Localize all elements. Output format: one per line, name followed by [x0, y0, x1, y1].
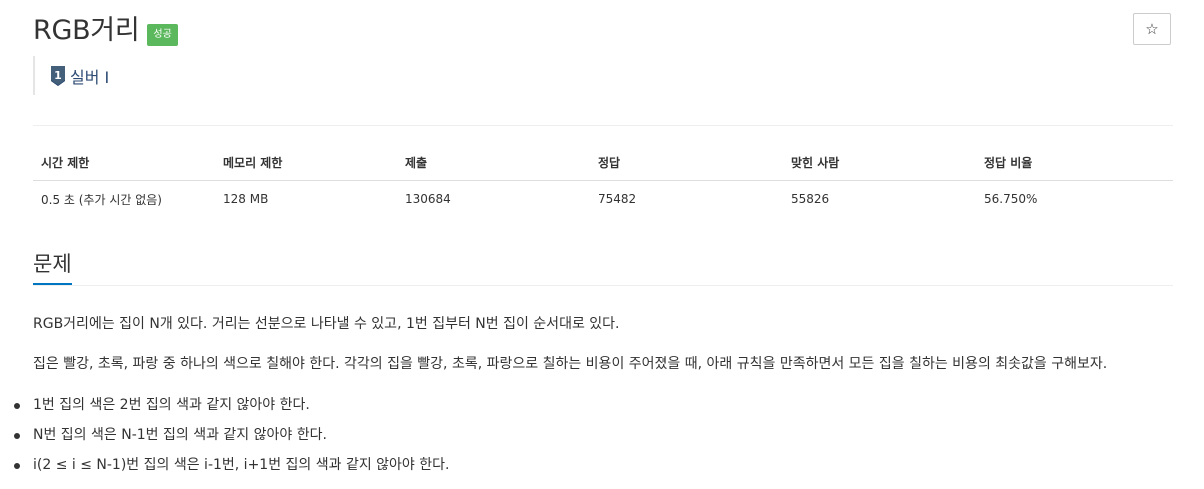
silver-tier-1-icon: 1 — [51, 65, 65, 86]
list-item: N번 집의 색은 N-1번 집의 색과 같지 않아야 한다. — [14, 425, 449, 445]
value-accept-ratio: 56.750% — [984, 192, 1038, 206]
problem-info-table: 시간 제한 메모리 제한 제출 정답 맞힌 사람 정답 비율 0.5 초 (추가… — [33, 144, 1173, 217]
header-solved-users: 맞힌 사람 — [783, 144, 976, 181]
problem-title: RGB거리 — [33, 15, 140, 46]
rule-text: N번 집의 색은 N-1번 집의 색과 같지 않아야 한다. — [33, 427, 327, 443]
section-title: 문제 — [33, 247, 72, 285]
value-submissions: 130684 — [405, 192, 451, 206]
value-accepted: 75482 — [598, 192, 637, 206]
header-accept-ratio: 정답 비율 — [976, 144, 1173, 181]
favorite-button[interactable]: ☆ — [1133, 13, 1171, 45]
bullet-icon — [14, 433, 20, 439]
svg-text:1: 1 — [54, 69, 62, 82]
bullet-icon — [14, 463, 20, 469]
section-headline: 문제 — [33, 247, 1173, 286]
list-item: 1번 집의 색은 2번 집의 색과 같지 않아야 한다. — [14, 395, 449, 415]
header-accepted: 정답 — [590, 144, 783, 181]
value-memory-limit: 128 MB — [223, 192, 269, 206]
header-time-limit: 시간 제한 — [33, 144, 215, 181]
title-row: RGB거리 성공 — [33, 14, 178, 48]
header-memory-limit: 메모리 제한 — [215, 144, 397, 181]
problem-description: RGB거리에는 집이 N개 있다. 거리는 선분으로 나타낼 수 있고, 1번 … — [33, 314, 1183, 394]
header-submissions: 제출 — [397, 144, 590, 181]
rule-text: 1번 집의 색은 2번 집의 색과 같지 않아야 한다. — [33, 397, 310, 413]
star-icon: ☆ — [1145, 20, 1159, 38]
rules-list: 1번 집의 색은 2번 집의 색과 같지 않아야 한다. N번 집의 색은 N-… — [14, 395, 450, 485]
bullet-icon — [14, 403, 20, 409]
value-time-limit: 0.5 초 (추가 시간 없음) — [41, 192, 162, 207]
info-header-row: 시간 제한 메모리 제한 제출 정답 맞힌 사람 정답 비율 — [33, 144, 1173, 181]
result-badge: 성공 — [147, 24, 178, 46]
description-paragraph: RGB거리에는 집이 N개 있다. 거리는 선분으로 나타낼 수 있고, 1번 … — [33, 316, 620, 332]
rule-text: i(2 ≤ i ≤ N-1)번 집의 색은 i-1번, i+1번 집의 색과 같… — [33, 457, 450, 473]
tier-label[interactable]: 실버 I — [70, 64, 109, 88]
tier-box: 1 실버 I — [33, 56, 109, 95]
description-paragraph: 집은 빨강, 초록, 파랑 중 하나의 색으로 칠해야 한다. 각각의 집을 빨… — [33, 356, 1108, 372]
list-item: i(2 ≤ i ≤ N-1)번 집의 색은 i-1번, i+1번 집의 색과 같… — [14, 455, 450, 475]
header-divider — [33, 125, 1173, 126]
value-solved-users: 55826 — [791, 192, 830, 206]
info-value-row: 0.5 초 (추가 시간 없음) 128 MB 130684 75482 558… — [33, 181, 1173, 218]
